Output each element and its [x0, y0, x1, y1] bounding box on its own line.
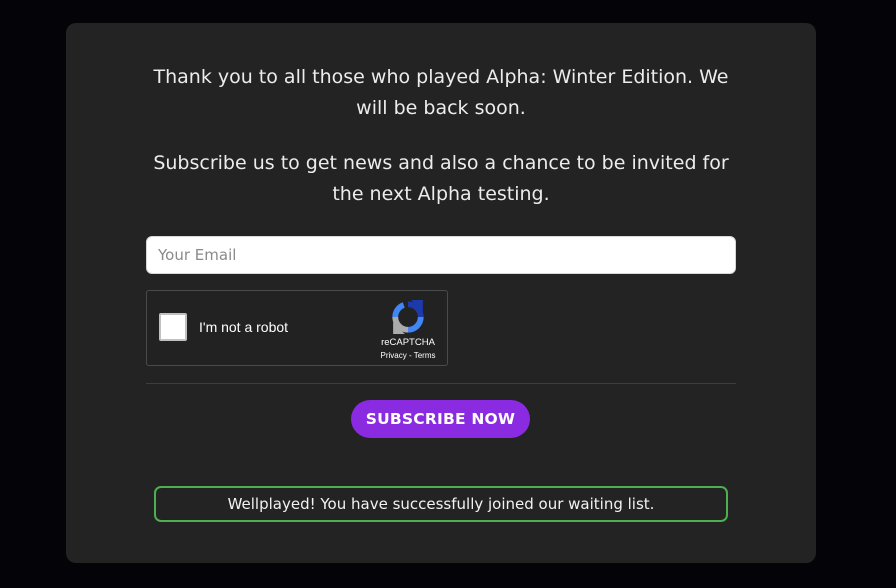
subscribe-card: Thank you to all those who played Alpha:…	[66, 23, 816, 563]
email-input[interactable]	[146, 236, 736, 274]
subscribe-info-message: Subscribe us to get news and also a chan…	[153, 152, 729, 205]
recaptcha-terms-link[interactable]: Terms	[414, 351, 436, 360]
recaptcha-checkbox[interactable]	[159, 313, 187, 341]
recaptcha-links-separator: -	[406, 351, 414, 360]
recaptcha-privacy-link[interactable]: Privacy	[381, 351, 407, 360]
recaptcha-widget: I'm not a robot reCAPTCHA Privacy - Term…	[146, 290, 448, 366]
recaptcha-logo-icon	[392, 300, 424, 334]
recaptcha-links: Privacy - Terms	[367, 351, 449, 360]
thanks-message: Thank you to all those who played Alpha:…	[153, 66, 729, 119]
form-divider	[146, 383, 736, 384]
subscribe-now-button[interactable]: SUBSCRIBE NOW	[351, 400, 530, 438]
recaptcha-brand: reCAPTCHA	[381, 337, 435, 348]
success-message: Wellplayed! You have successfully joined…	[154, 486, 728, 522]
recaptcha-label: I'm not a robot	[199, 319, 289, 335]
